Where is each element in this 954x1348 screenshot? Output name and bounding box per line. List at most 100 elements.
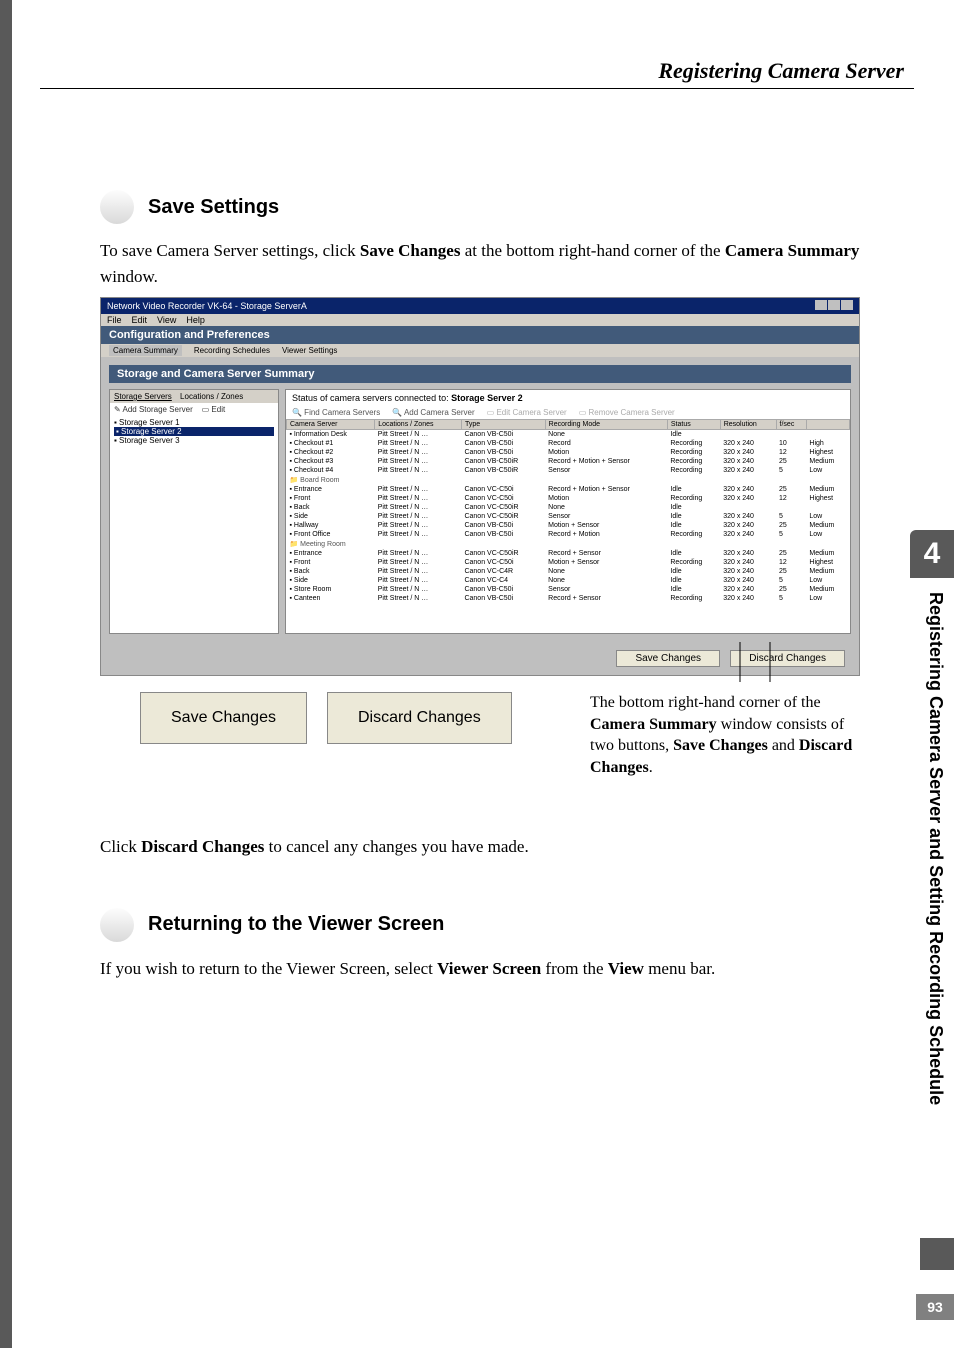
menu-file[interactable]: File xyxy=(107,315,122,325)
maximize-icon[interactable] xyxy=(828,300,840,310)
subtab-viewer-settings[interactable]: Viewer Settings xyxy=(282,346,337,355)
storage-server-item[interactable]: ▪ Storage Server 3 xyxy=(114,436,274,445)
menu-edit[interactable]: Edit xyxy=(132,315,148,325)
subtab-camera-summary[interactable]: Camera Summary xyxy=(109,345,182,356)
toolbar-add-camera-server[interactable]: 🔍 Add Camera Server xyxy=(392,408,474,417)
enlarged-save-changes-button[interactable]: Save Changes xyxy=(140,692,307,744)
txt-bold: Save Changes xyxy=(673,737,768,754)
screenshot-camera-summary: Network Video Recorder VK-64 - Storage S… xyxy=(100,297,860,676)
panel-header: Storage and Camera Server Summary xyxy=(109,365,851,383)
column-header[interactable]: Recording Mode xyxy=(545,420,667,430)
txt: and xyxy=(768,737,799,754)
txt: from the xyxy=(541,959,608,978)
status-line: Status of camera servers connected to: S… xyxy=(286,390,850,406)
storage-server-item[interactable]: ▪ Storage Server 2 xyxy=(114,427,274,436)
window-title: Network Video Recorder VK-64 - Storage S… xyxy=(107,301,307,311)
txt-bold: View xyxy=(608,959,644,978)
add-storage-server-button[interactable]: ✎ Add Storage Server xyxy=(114,405,193,414)
left-panel: Storage Servers Locations / Zones ✎ Add … xyxy=(109,389,279,634)
tab-locations-zones[interactable]: Locations / Zones xyxy=(180,392,243,401)
chapter-tab: 4 xyxy=(910,530,954,578)
table-row[interactable]: ▪ EntrancePitt Street / N …Canon VC-C50i… xyxy=(287,549,850,558)
column-header[interactable]: Locations / Zones xyxy=(375,420,462,430)
table-row[interactable]: ▪ SidePitt Street / N …Canon VC-C50iRSen… xyxy=(287,512,850,521)
table-row[interactable]: ▪ BackPitt Street / N …Canon VC-C50iRNon… xyxy=(287,503,850,512)
enlarged-discard-changes-button[interactable]: Discard Changes xyxy=(327,692,512,744)
txt: at the bottom right-hand corner of the xyxy=(460,241,724,260)
config-header: Configuration and Preferences xyxy=(101,326,859,344)
table-row[interactable]: 📁 Meeting Room xyxy=(287,539,850,549)
txt: Status of camera servers connected to: xyxy=(292,393,451,403)
right-panel: Status of camera servers connected to: S… xyxy=(285,389,851,634)
menubar[interactable]: File Edit View Help xyxy=(101,314,859,326)
table-row[interactable]: ▪ Checkout #4Pitt Street / N …Canon VB-C… xyxy=(287,466,850,475)
side-bar-marker xyxy=(920,1238,954,1270)
window-controls[interactable] xyxy=(814,300,853,312)
table-row[interactable]: 📁 Board Room xyxy=(287,475,850,485)
txt: to cancel any changes you have made. xyxy=(264,837,528,856)
para-discard-changes: Click Discard Changes to cancel any chan… xyxy=(100,834,860,860)
txt-bold: Viewer Screen xyxy=(437,959,541,978)
label: Add Storage Server xyxy=(122,405,192,414)
table-row[interactable]: ▪ FrontPitt Street / N …Canon VC-C50iMot… xyxy=(287,494,850,503)
column-header[interactable]: Status xyxy=(667,420,720,430)
subtab-recording-schedules[interactable]: Recording Schedules xyxy=(194,346,270,355)
table-row[interactable]: ▪ Checkout #2Pitt Street / N …Canon VB-C… xyxy=(287,448,850,457)
callout-arrow-icon xyxy=(650,642,810,712)
storage-server-item[interactable]: ▪ Storage Server 1 xyxy=(114,418,274,427)
para-return-viewer: If you wish to return to the Viewer Scre… xyxy=(100,956,860,982)
menu-view[interactable]: View xyxy=(157,315,176,325)
menu-help[interactable]: Help xyxy=(186,315,205,325)
column-header[interactable]: Camera Server xyxy=(287,420,375,430)
table-row[interactable]: ▪ Checkout #1Pitt Street / N …Canon VB-C… xyxy=(287,439,850,448)
table-row[interactable]: ▪ CanteenPitt Street / N …Canon VB-C50iR… xyxy=(287,594,850,603)
toolbar-find-camera-servers[interactable]: 🔍 Find Camera Servers xyxy=(292,408,380,417)
minimize-icon[interactable] xyxy=(815,300,827,310)
section-heading-return-viewer: Returning to the Viewer Screen xyxy=(148,913,444,936)
right-toolbar: 🔍 Find Camera Servers 🔍 Add Camera Server… xyxy=(286,406,850,419)
txt: To save Camera Server settings, click xyxy=(100,241,360,260)
window-titlebar: Network Video Recorder VK-64 - Storage S… xyxy=(101,298,859,314)
tab-storage-servers[interactable]: Storage Servers xyxy=(114,392,172,401)
column-header[interactable]: Resolution xyxy=(720,420,776,430)
txt: Click xyxy=(100,837,141,856)
camera-table: Camera ServerLocations / ZonesTypeRecord… xyxy=(286,419,850,603)
column-header[interactable] xyxy=(806,420,849,430)
left-margin-bar xyxy=(0,0,12,1348)
close-icon[interactable] xyxy=(841,300,853,310)
header-rule xyxy=(40,88,914,89)
table-row[interactable]: ▪ Information DeskPitt Street / N …Canon… xyxy=(287,430,850,440)
table-row[interactable]: ▪ BackPitt Street / N …Canon VC-C4RNoneI… xyxy=(287,567,850,576)
page-header-title: Registering Camera Server xyxy=(658,58,904,84)
table-row[interactable]: ▪ FrontPitt Street / N …Canon VC-C50iMot… xyxy=(287,558,850,567)
txt-bold: Camera Summary xyxy=(590,716,717,733)
para-save-settings: To save Camera Server settings, click Sa… xyxy=(100,238,860,289)
column-header[interactable]: f/sec xyxy=(776,420,806,430)
section-heading-save-settings: Save Settings xyxy=(148,196,279,219)
storage-server-list[interactable]: ▪ Storage Server 1▪ Storage Server 2▪ St… xyxy=(110,416,278,447)
txt: . xyxy=(649,759,653,776)
table-row[interactable]: ▪ HallwayPitt Street / N …Canon VB-C50iM… xyxy=(287,521,850,530)
table-row[interactable]: ▪ Store RoomPitt Street / N …Canon VB-C5… xyxy=(287,585,850,594)
table-row[interactable]: ▪ EntrancePitt Street / N …Canon VC-C50i… xyxy=(287,485,850,494)
table-row[interactable]: ▪ Front OfficePitt Street / N …Canon VB-… xyxy=(287,530,850,539)
label: Edit xyxy=(211,405,225,414)
table-row[interactable]: ▪ Checkout #3Pitt Street / N …Canon VB-C… xyxy=(287,457,850,466)
left-toolbar: ✎ Add Storage Server ▭ Edit xyxy=(110,403,278,416)
bullet-icon xyxy=(100,190,134,224)
page-number: 93 xyxy=(916,1294,954,1320)
table-row[interactable]: ▪ SidePitt Street / N …Canon VC-C4NoneId… xyxy=(287,576,850,585)
side-chapter-title: Registering Camera Server and Setting Re… xyxy=(918,592,946,1232)
column-header[interactable]: Type xyxy=(461,420,545,430)
bullet-icon xyxy=(100,908,134,942)
toolbar-remove-camera-server: ▭ Remove Camera Server xyxy=(579,408,675,417)
left-tabs[interactable]: Storage Servers Locations / Zones xyxy=(110,390,278,403)
txt-bold: Save Changes xyxy=(360,241,461,260)
txt: If you wish to return to the Viewer Scre… xyxy=(100,959,437,978)
txt: window. xyxy=(100,267,158,286)
edit-storage-server-button[interactable]: ▭ Edit xyxy=(202,405,226,414)
txt: menu bar. xyxy=(644,959,715,978)
txt-bold: Storage Server 2 xyxy=(451,393,523,403)
config-subtabs[interactable]: Camera Summary Recording Schedules Viewer … xyxy=(101,344,859,357)
txt-bold: Discard Changes xyxy=(141,837,264,856)
